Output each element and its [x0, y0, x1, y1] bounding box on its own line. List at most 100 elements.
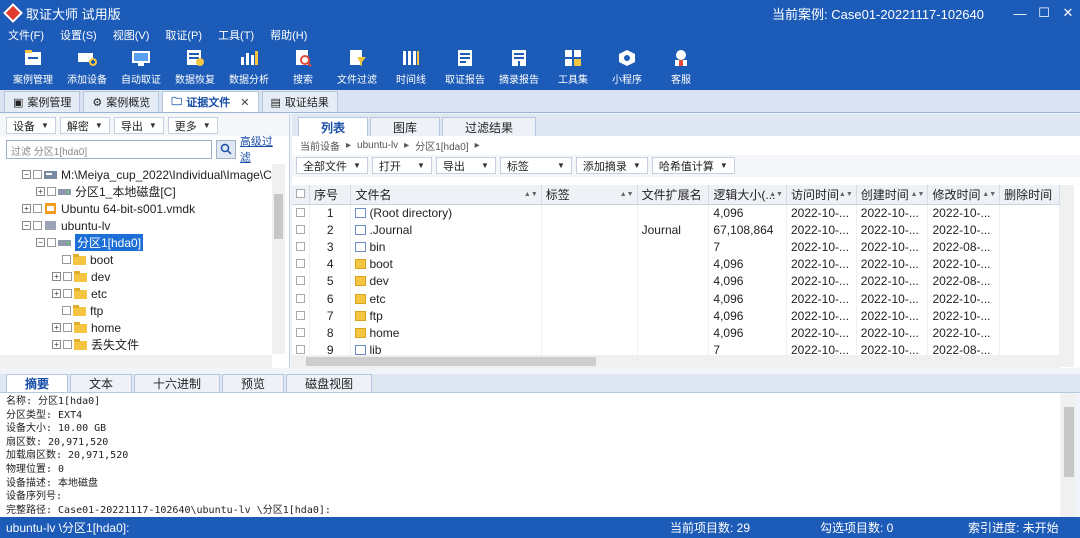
- column-header-create-time[interactable]: 创建时间 ▲▼: [856, 185, 929, 205]
- tree-checkbox[interactable]: [47, 187, 56, 196]
- export-list-dropdown[interactable]: 导出 ▼: [435, 157, 496, 174]
- tree-node[interactable]: + Ubuntu 64-bit-s001.vmdk: [0, 200, 272, 217]
- scrollbar-thumb[interactable]: [274, 194, 283, 239]
- menu-view[interactable]: 视图(V): [113, 27, 150, 43]
- data-analysis-button[interactable]: 数据分析: [222, 44, 276, 90]
- table-row[interactable]: 7 ftp 4,096 2022-10-... 2022-10-... 2022-10-.…: [292, 307, 1060, 325]
- tree-node[interactable]: + etc: [0, 285, 272, 302]
- table-row[interactable]: 9 lib 7 2022-10-... 2022-10-... 2022-08-...: [292, 341, 1060, 355]
- mini-program-button[interactable]: 小程序: [600, 44, 654, 90]
- all-files-dropdown[interactable]: 全部文件 ▼: [296, 157, 368, 174]
- expand-icon[interactable]: +: [52, 272, 61, 281]
- tree-node[interactable]: + home: [0, 319, 272, 336]
- row-checkbox-cell[interactable]: [292, 221, 310, 239]
- collapse-icon[interactable]: −: [36, 238, 45, 247]
- table-row[interactable]: 3 bin 7 2022-10-... 2022-10-... 2022-08-...: [292, 238, 1060, 256]
- tab-case-overview[interactable]: ⚙ 案例概览: [83, 91, 160, 112]
- tree-vertical-scrollbar[interactable]: [272, 164, 285, 354]
- table-row[interactable]: 2 .Journal Journal 67,108,864 2022-10-... 202…: [292, 221, 1060, 239]
- tab-preview[interactable]: 预览: [222, 374, 285, 392]
- expand-icon[interactable]: +: [52, 323, 61, 332]
- export-dropdown[interactable]: 导出 ▼: [113, 117, 164, 134]
- decrypt-dropdown[interactable]: 解密 ▼: [59, 117, 110, 134]
- filter-search-button[interactable]: [216, 139, 236, 159]
- scrollbar-thumb[interactable]: [306, 357, 596, 366]
- row-checkbox[interactable]: [296, 241, 305, 251]
- column-header-filename[interactable]: 文件名 ▲▼: [350, 185, 542, 205]
- collapse-icon[interactable]: −: [22, 221, 31, 230]
- column-header-size[interactable]: 逻辑大小(... ▲▼: [708, 185, 787, 205]
- column-header-tag[interactable]: 标签 ▲▼: [541, 185, 638, 205]
- tree-checkbox[interactable]: [33, 170, 42, 179]
- row-checkbox[interactable]: [296, 224, 305, 234]
- column-header-delete-time[interactable]: 删除时间: [999, 185, 1060, 205]
- tree-checkbox[interactable]: [47, 238, 56, 247]
- expand-icon[interactable]: +: [22, 204, 31, 213]
- row-checkbox[interactable]: [296, 276, 305, 286]
- summary-vertical-scrollbar[interactable]: [1062, 393, 1076, 517]
- add-excerpt-dropdown[interactable]: 添加摘录 ▼: [575, 157, 648, 174]
- close-icon[interactable]: ✕: [1056, 5, 1080, 21]
- row-checkbox-cell[interactable]: [292, 272, 310, 290]
- tree-node-selected[interactable]: − 分区1[hda0]: [0, 234, 272, 251]
- row-checkbox[interactable]: [296, 293, 305, 303]
- tab-evidence-files[interactable]: 🗀 证据文件 ✕: [162, 91, 259, 112]
- tree-node[interactable]: + 分区1_本地磁盘[C]: [0, 183, 272, 200]
- case-management-button[interactable]: 案例管理: [6, 44, 60, 90]
- row-checkbox-cell[interactable]: [292, 324, 310, 342]
- hash-calc-dropdown[interactable]: 哈希值计算 ▼: [651, 157, 735, 174]
- open-dropdown[interactable]: 打开 ▼: [371, 157, 432, 174]
- tab-forensics-results[interactable]: ▤ 取证结果: [261, 91, 338, 112]
- table-row[interactable]: 5 dev 4,096 2022-10-... 2022-10-... 2022-08-.…: [292, 272, 1060, 290]
- close-tab-icon[interactable]: ✕: [240, 96, 249, 109]
- breadcrumb-item[interactable]: 分区1[hda0]: [415, 138, 468, 153]
- tree-checkbox[interactable]: [62, 306, 71, 315]
- row-checkbox-cell[interactable]: [292, 204, 310, 222]
- tree-checkbox[interactable]: [33, 221, 42, 230]
- device-dropdown[interactable]: 设备 ▼: [6, 117, 56, 134]
- tree-node[interactable]: ftp: [0, 302, 272, 319]
- tree-node[interactable]: + dev: [0, 268, 272, 285]
- tree-checkbox[interactable]: [33, 204, 42, 213]
- menu-settings[interactable]: 设置(S): [60, 27, 97, 43]
- tree-checkbox[interactable]: [63, 340, 72, 349]
- table-row[interactable]: 6 etc 4,096 2022-10-... 2022-10-... 2022-10-.…: [292, 289, 1060, 308]
- data-recovery-button[interactable]: 数据恢复: [168, 44, 222, 90]
- column-header-access-time[interactable]: 访问时间 ▲▼: [786, 185, 857, 205]
- filter-input[interactable]: 过滤 分区1[hda0]: [6, 139, 213, 159]
- collapse-icon[interactable]: −: [22, 170, 31, 179]
- excerpt-report-button[interactable]: 摘录报告: [492, 44, 546, 90]
- tab-disk-view[interactable]: 磁盘视图: [286, 374, 373, 392]
- tab-text[interactable]: 文本: [70, 374, 133, 392]
- tree-checkbox[interactable]: [63, 323, 72, 332]
- tree-node[interactable]: boot: [0, 251, 272, 268]
- row-checkbox[interactable]: [296, 345, 305, 355]
- tree-node[interactable]: − M:\Meiya_cup_2022\Individual\Image\C: [0, 166, 272, 183]
- row-checkbox[interactable]: [296, 259, 305, 269]
- forensics-report-button[interactable]: 取证报告: [438, 44, 492, 90]
- row-checkbox-cell[interactable]: [292, 289, 310, 308]
- tab-gallery[interactable]: 图库: [370, 117, 441, 136]
- breadcrumb-item[interactable]: ubuntu-lv: [357, 140, 398, 151]
- tag-dropdown[interactable]: 标签 ▼: [499, 157, 572, 174]
- row-checkbox-cell[interactable]: [292, 238, 310, 256]
- column-header-extension[interactable]: 文件扩展名: [637, 185, 710, 205]
- expand-icon[interactable]: +: [52, 340, 61, 349]
- customer-service-button[interactable]: 客服: [654, 44, 708, 90]
- row-checkbox[interactable]: [296, 310, 305, 320]
- more-dropdown[interactable]: 更多 ▼: [167, 117, 218, 134]
- maximize-icon[interactable]: ☐: [1032, 5, 1056, 21]
- column-header-modify-time[interactable]: 修改时间 ▲▼: [927, 185, 1001, 205]
- advanced-filter-link[interactable]: 高级过滤: [240, 133, 283, 165]
- timeline-button[interactable]: 时间线: [384, 44, 438, 90]
- search-button[interactable]: 搜索: [276, 44, 330, 90]
- tab-hex[interactable]: 十六进制: [134, 374, 221, 392]
- auto-forensics-button[interactable]: 自动取证: [114, 44, 168, 90]
- tree-checkbox[interactable]: [63, 289, 72, 298]
- row-checkbox-cell[interactable]: [292, 341, 310, 355]
- table-row[interactable]: 8 home 4,096 2022-10-... 2022-10-... 2022-10-…: [292, 324, 1060, 342]
- row-checkbox[interactable]: [296, 207, 305, 217]
- tab-summary[interactable]: 摘要: [6, 374, 69, 392]
- row-checkbox-cell[interactable]: [292, 255, 310, 273]
- menu-file[interactable]: 文件(F): [8, 27, 44, 43]
